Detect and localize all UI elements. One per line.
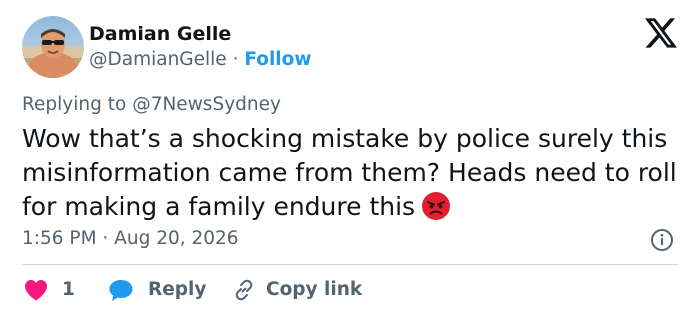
tweet-body: Wow that’s a shocking mistake by police … — [22, 124, 677, 221]
tweet-text: Wow that’s a shocking mistake by police … — [22, 122, 682, 224]
avatar[interactable] — [22, 16, 84, 78]
author-handle-row: @DamianGelle · Follow — [89, 48, 311, 72]
replying-prefix: Replying to — [22, 94, 133, 115]
angry-face-emoji — [422, 192, 451, 220]
like-count: 1 — [62, 279, 75, 300]
reply-button[interactable]: Reply — [108, 278, 206, 302]
reply-label: Reply — [148, 279, 207, 300]
link-icon — [235, 279, 253, 301]
author-handle[interactable]: @DamianGelle — [89, 49, 227, 70]
heart-icon — [25, 280, 47, 301]
chat-bubble-icon — [109, 280, 133, 301]
tweet-timestamp[interactable]: 1:56 PM · Aug 20, 2026 — [22, 227, 239, 251]
replying-to: Replying to @7NewsSydney — [22, 93, 281, 117]
copy-link-button[interactable]: Copy link — [232, 278, 362, 302]
reply-mention-link[interactable]: @7NewsSydney — [132, 94, 281, 115]
author-name[interactable]: Damian Gelle — [89, 22, 231, 46]
copy-link-label: Copy link — [266, 279, 363, 300]
divider — [22, 264, 678, 265]
handle-separator: · — [226, 49, 245, 70]
like-button[interactable]: 1 — [24, 278, 75, 302]
follow-button[interactable]: Follow — [244, 49, 311, 70]
x-logo-icon[interactable] — [645, 18, 677, 48]
info-icon[interactable] — [650, 228, 674, 252]
